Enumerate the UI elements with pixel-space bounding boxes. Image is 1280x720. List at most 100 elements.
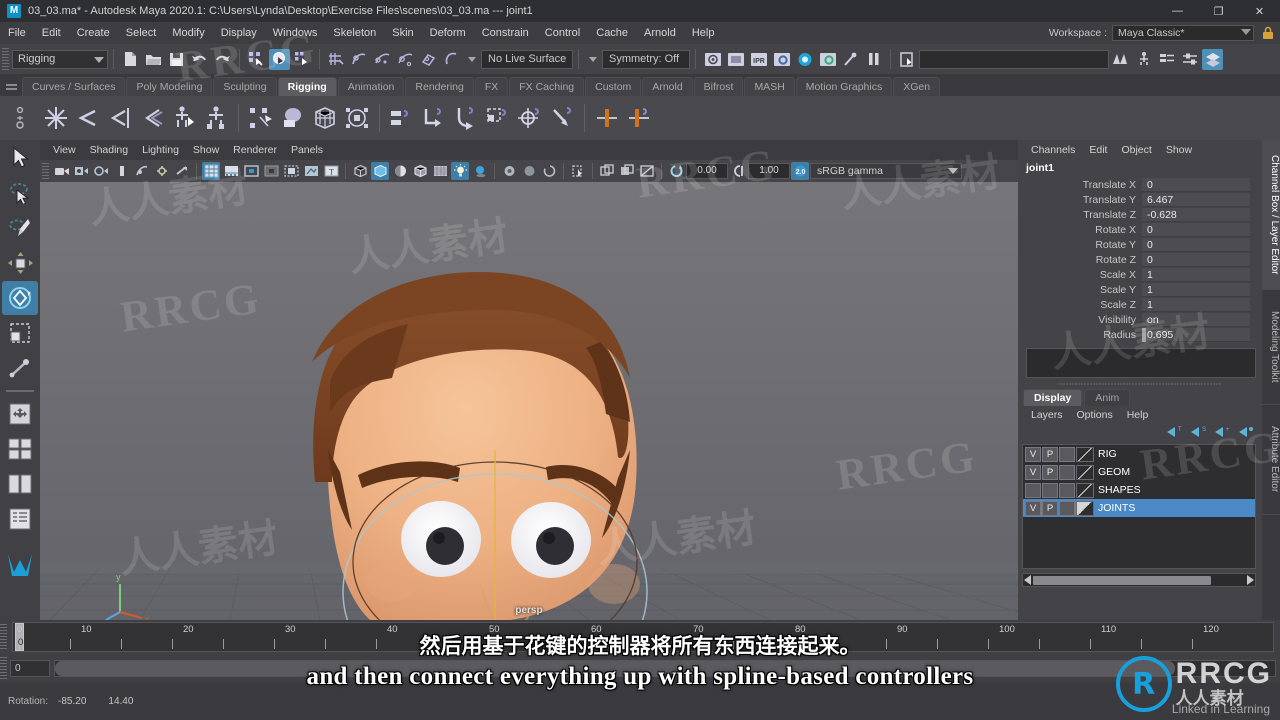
channel-row-visibility[interactable]: Visibility on [1018,312,1262,327]
layer-name[interactable]: GEOM [1098,466,1130,478]
save-scene-icon[interactable] [166,49,187,70]
time-slider-grip[interactable] [0,624,7,650]
layer-row-joints[interactable]: V P JOINTS [1023,499,1255,517]
set-driven-key-icon[interactable] [591,101,623,135]
shelf-tab-mash[interactable]: MASH [744,77,795,96]
menu-file[interactable]: File [0,22,34,44]
menu-deform[interactable]: Deform [422,22,474,44]
menu-edit[interactable]: Edit [34,22,69,44]
point-constraint-icon[interactable] [418,101,450,135]
menu-select[interactable]: Select [118,22,165,44]
copy-view-icon[interactable] [618,162,636,180]
layer-playback-toggle[interactable]: P [1042,500,1058,516]
layer-display-type-toggle[interactable] [1059,446,1075,462]
layer-row-geom[interactable]: V P GEOM [1023,463,1255,481]
attribute-value[interactable]: 1 [1142,282,1250,297]
gamma-value[interactable]: 1.00 [748,163,790,179]
workspace-dropdown[interactable]: Maya Classic* [1112,25,1254,41]
film-gate-icon[interactable] [222,162,240,180]
refresh-icon[interactable] [540,162,558,180]
layer-color-swatch[interactable] [1076,446,1094,462]
maximize-button[interactable]: ❐ [1198,0,1239,22]
snapshot-icon[interactable] [638,162,656,180]
single-pane-layout-icon[interactable] [2,397,38,431]
menu-cache[interactable]: Cache [588,22,636,44]
new-layer-from-selected-icon[interactable]: S [1190,426,1206,438]
render-view-icon[interactable] [817,49,838,70]
lasso-select-tool-icon[interactable] [2,176,38,210]
shadows-icon[interactable] [133,162,151,180]
layer-menu-help[interactable]: Help [1120,407,1156,423]
xray-joints-icon[interactable] [302,162,320,180]
layer-visibility-toggle[interactable] [1025,482,1041,498]
scroll-left-arrow-icon[interactable] [1024,575,1031,585]
new-scene-icon[interactable] [120,49,141,70]
layer-playback-toggle[interactable] [1042,482,1058,498]
viewport-menu-renderer[interactable]: Renderer [226,141,284,159]
toggle-editors-icon[interactable] [1110,49,1131,70]
playback-range-thumb[interactable] [55,660,1175,676]
menu-skeleton[interactable]: Skeleton [325,22,384,44]
scale-constraint-icon[interactable] [482,101,514,135]
attribute-value[interactable]: 0 [1142,222,1250,237]
snap-point-icon[interactable] [372,49,393,70]
shelf-options-button[interactable] [0,96,40,140]
select-by-component-icon[interactable] [292,49,313,70]
snap-make-live-icon[interactable] [441,49,462,70]
channel-row-rotate-x[interactable]: Rotate X 0 [1018,222,1262,237]
pause-render-icon[interactable] [863,49,884,70]
layer-row-rig[interactable]: V P RIG [1023,445,1255,463]
smooth-shade-icon[interactable] [371,162,389,180]
snap-projected-center-icon[interactable] [395,49,416,70]
attribute-value[interactable]: 0.695 [1142,327,1250,342]
layer-color-swatch[interactable] [1076,482,1094,498]
symmetry-field[interactable]: Symmetry: Off [602,49,690,69]
menu-display[interactable]: Display [213,22,265,44]
select-by-hierarchy-icon[interactable] [246,49,267,70]
menu-control[interactable]: Control [537,22,588,44]
layer-color-swatch[interactable] [1076,464,1094,480]
attribute-value[interactable]: 0 [1142,252,1250,267]
outliner-icon[interactable] [1133,49,1154,70]
attribute-value[interactable]: -0.628 [1142,207,1250,222]
minimize-button[interactable]: — [1157,0,1198,22]
viewport-3d[interactable]: y x persp [40,182,1018,620]
layer-playback-toggle[interactable]: P [1042,446,1058,462]
vtab-modeling-toolkit[interactable]: Modeling Toolkit [1262,290,1280,405]
ik-spline-handle-icon[interactable] [200,101,232,135]
panel-splitter[interactable] [1058,380,1222,387]
undo-icon[interactable] [189,49,210,70]
viewport-menu-show[interactable]: Show [186,141,226,159]
close-button[interactable]: ✕ [1239,0,1280,22]
exposure-icon[interactable] [667,162,685,180]
attribute-value[interactable]: 0 [1142,237,1250,252]
parent-constraint-icon[interactable] [386,101,418,135]
wireframe-icon[interactable] [351,162,369,180]
channel-box-icon[interactable] [1202,48,1223,70]
scrollbar-thumb[interactable] [1033,575,1211,585]
statusline-grip[interactable] [2,48,9,70]
time-slider[interactable]: 0 10 20 30 40 50 60 70 80 90 100 110 120 [0,620,1280,654]
shelf-tab-animation[interactable]: Animation [337,77,405,96]
viewport-menu-shading[interactable]: Shading [83,141,136,159]
shelf-tab-arnold[interactable]: Arnold [642,77,693,96]
channel-row-scale-y[interactable]: Scale Y 1 [1018,282,1262,297]
irender-region-icon[interactable] [725,49,746,70]
chevron-down-icon[interactable] [468,56,476,62]
snap-view-plane-icon[interactable] [418,49,439,70]
shelf-tab-motion-graphics[interactable]: Motion Graphics [795,77,893,96]
texture-icon[interactable]: T [322,162,340,180]
current-time-indicator[interactable]: 0 [15,623,24,651]
redo-icon[interactable] [212,49,233,70]
shelf-tab-custom[interactable]: Custom [585,77,642,96]
textured-icon[interactable] [431,162,449,180]
menu-modify[interactable]: Modify [164,22,212,44]
cluster-icon[interactable] [341,101,373,135]
select-objects-in-layer-icon[interactable]: + [1214,426,1230,438]
shelf-tab-bifrost[interactable]: Bifrost [693,77,744,96]
channel-box-menu-show[interactable]: Show [1159,141,1199,159]
hypershade-icon[interactable] [794,49,815,70]
attribute-value[interactable]: 6.467 [1142,192,1250,207]
select-command-icon[interactable] [897,49,918,70]
open-scene-icon[interactable] [143,49,164,70]
